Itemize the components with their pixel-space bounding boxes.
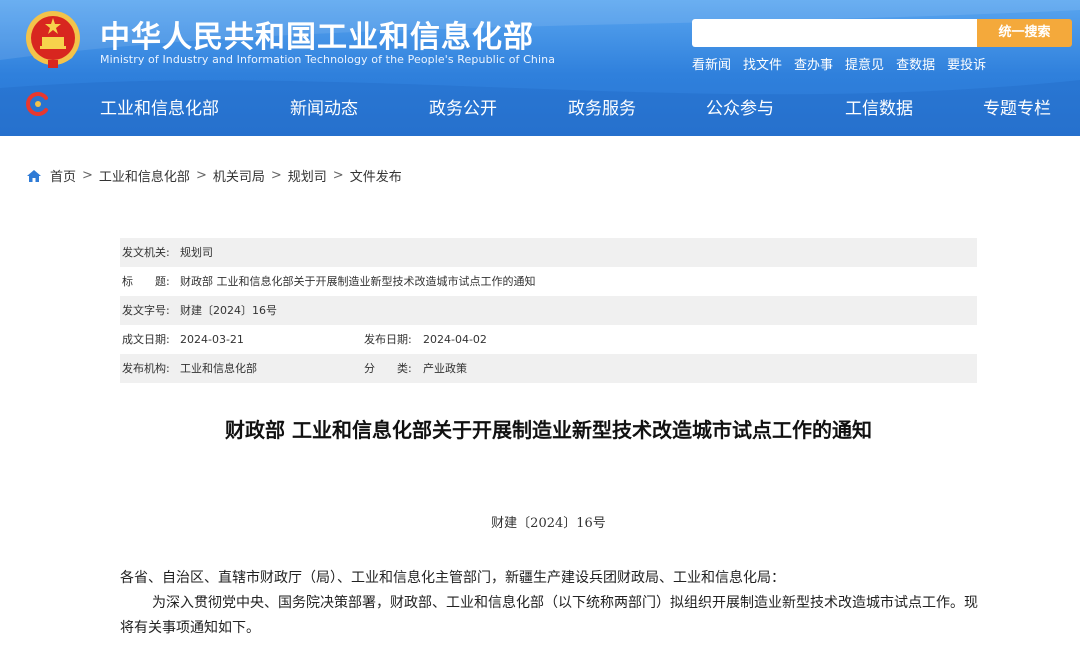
document-metadata: 发文机关: 规划司 标 题: 财政部 工业和信息化部关于开展制造业新型技术改造城… [120, 238, 977, 383]
meta-row-org: 发布机构: 工业和信息化部 分 类: 产业政策 [120, 354, 977, 383]
site-header: 中华人民共和国工业和信息化部 Ministry of Industry and … [0, 0, 1080, 136]
national-emblem-icon [26, 11, 80, 68]
breadcrumb-ministry[interactable]: 工业和信息化部 [99, 166, 190, 185]
site-name: 中华人民共和国工业和信息化部 [100, 20, 534, 55]
quick-link-files[interactable]: 找文件 [743, 54, 782, 73]
meta-label: 成文日期: [122, 333, 170, 346]
document-title: 财政部 工业和信息化部关于开展制造业新型技术改造城市试点工作的通知 [225, 418, 872, 442]
nav-item-affairs[interactable]: 政务公开 [429, 94, 497, 119]
miit-logo-icon[interactable] [26, 92, 50, 116]
breadcrumb-separator: > [270, 168, 282, 183]
meta-row-issuer: 发文机关: 规划司 [120, 238, 977, 267]
quick-link-news[interactable]: 看新闻 [692, 54, 731, 73]
breadcrumb-documents[interactable]: 文件发布 [350, 166, 402, 185]
nav-item-data[interactable]: 工信数据 [845, 94, 913, 119]
meta-row-title: 标 题: 财政部 工业和信息化部关于开展制造业新型技术改造城市试点工作的通知 [120, 267, 977, 296]
meta-org: 工业和信息化部 [180, 362, 257, 375]
document-paragraph: 为深入贯彻党中央、国务院决策部署，财政部、工业和信息化部（以下统称两部门）拟组织… [120, 595, 978, 636]
meta-label: 发文机关: [122, 246, 170, 259]
document-body: 各省、自治区、直辖市财政厅（局）、工业和信息化主管部门，新疆生产建设兵团财政局、… [120, 566, 980, 641]
breadcrumb-separator: > [332, 168, 344, 183]
quick-link-services[interactable]: 查办事 [794, 54, 833, 73]
search-input[interactable] [692, 19, 977, 47]
meta-label: 分 类: [364, 362, 412, 375]
breadcrumb: 首页 > 工业和信息化部 > 机关司局 > 规划司 > 文件发布 [26, 166, 402, 185]
document-salutation: 各省、自治区、直辖市财政厅（局）、工业和信息化主管部门，新疆生产建设兵团财政局、… [120, 570, 785, 586]
nav-item-participation[interactable]: 公众参与 [706, 94, 774, 119]
meta-row-dates: 成文日期: 2024-03-21 发布日期: 2024-04-02 [120, 325, 977, 354]
meta-docno: 财建〔2024〕16号 [180, 304, 277, 317]
quick-link-feedback[interactable]: 提意见 [845, 54, 884, 73]
document-number: 财建〔2024〕16号 [491, 516, 606, 531]
site-name-english: Ministry of Industry and Information Tec… [100, 53, 556, 66]
breadcrumb-departments[interactable]: 机关司局 [213, 166, 265, 185]
quick-links: 看新闻 找文件 查办事 提意见 查数据 要投诉 [692, 54, 998, 73]
meta-category: 产业政策 [423, 362, 467, 375]
meta-title: 财政部 工业和信息化部关于开展制造业新型技术改造城市试点工作的通知 [180, 275, 536, 288]
quick-link-data[interactable]: 查数据 [896, 54, 935, 73]
meta-label: 标 题: [122, 275, 170, 288]
meta-label: 发文字号: [122, 304, 170, 317]
nav-item-services[interactable]: 政务服务 [568, 94, 636, 119]
nav-item-ministry[interactable]: 工业和信息化部 [100, 94, 219, 119]
meta-label: 发布机构: [122, 362, 170, 375]
breadcrumb-separator: > [195, 168, 207, 183]
nav-item-news[interactable]: 新闻动态 [290, 94, 358, 119]
meta-written-date: 2024-03-21 [180, 333, 244, 346]
breadcrumb-home[interactable]: 首页 [50, 166, 76, 185]
main-nav: 工业和信息化部 新闻动态 政务公开 政务服务 公众参与 工信数据 专题专栏 [0, 82, 1080, 130]
meta-label: 发布日期: [364, 333, 412, 346]
quick-link-complaint[interactable]: 要投诉 [947, 54, 986, 73]
breadcrumb-separator: > [82, 168, 93, 183]
search-button[interactable]: 统一搜索 [977, 19, 1072, 47]
meta-row-docno: 发文字号: 财建〔2024〕16号 [120, 296, 977, 325]
home-icon [27, 169, 41, 182]
nav-item-topics[interactable]: 专题专栏 [983, 94, 1051, 119]
breadcrumb-planning-dept[interactable]: 规划司 [288, 166, 327, 185]
meta-issuer: 规划司 [180, 246, 213, 259]
meta-published-date: 2024-04-02 [423, 333, 487, 346]
